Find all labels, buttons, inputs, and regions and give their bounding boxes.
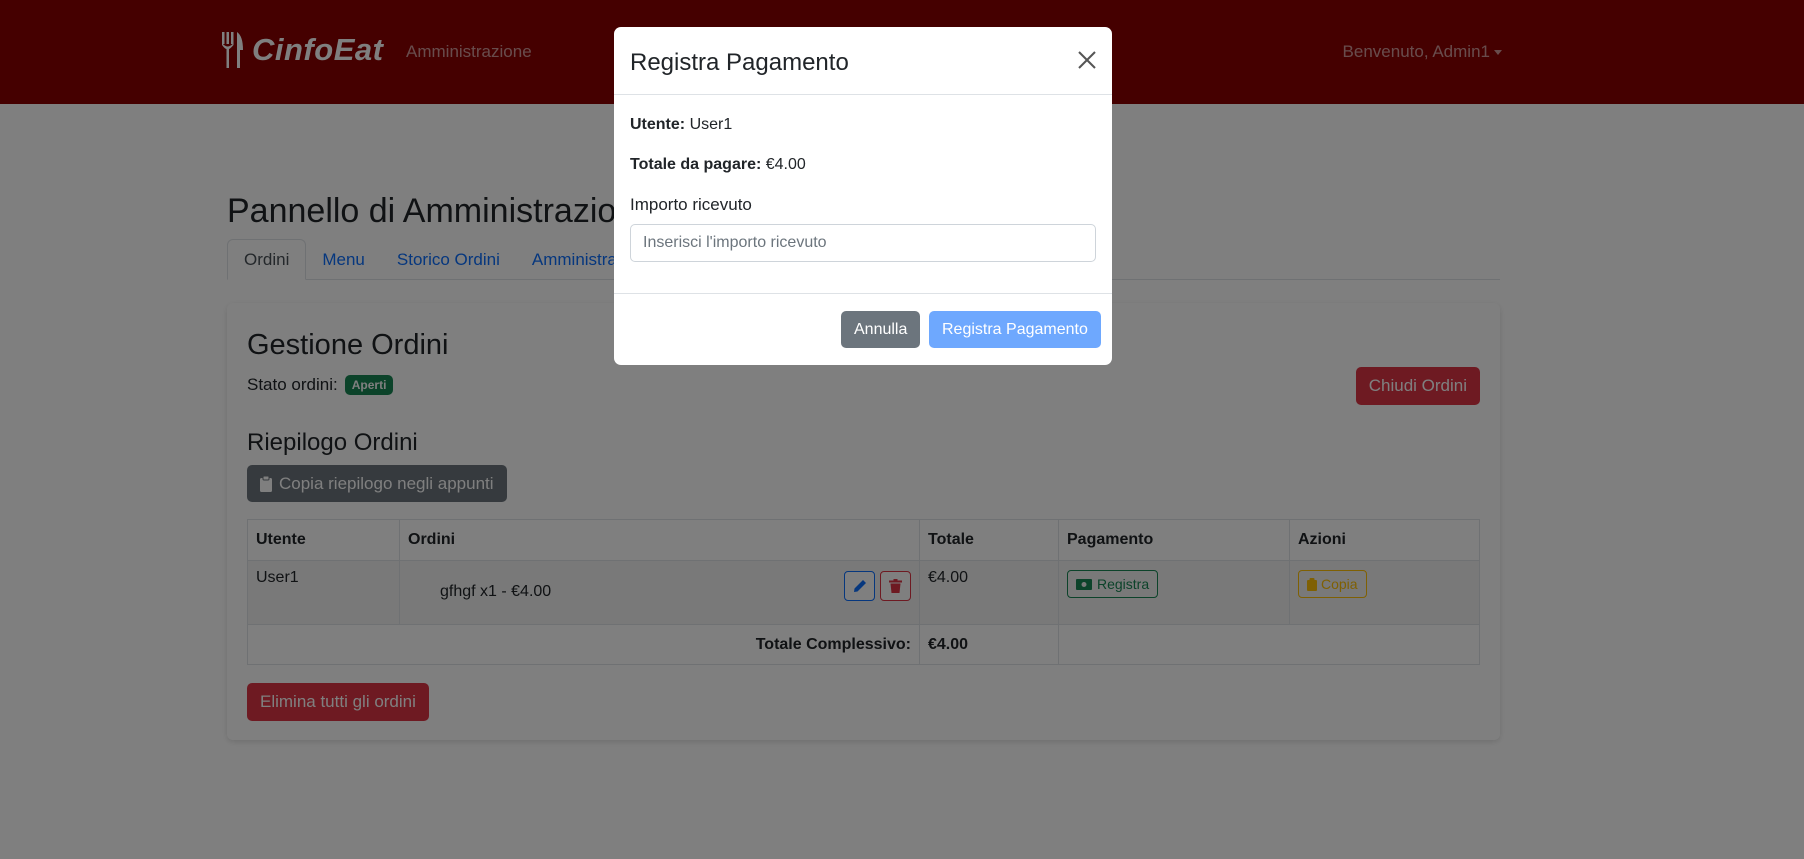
submit-payment-button[interactable]: Registra Pagamento bbox=[929, 311, 1101, 348]
amount-received-input[interactable] bbox=[630, 224, 1096, 262]
modal-user-value: User1 bbox=[689, 116, 733, 133]
modal-total-line: Totale da pagare: €4.00 bbox=[630, 156, 806, 174]
amount-label: Importo ricevuto bbox=[630, 195, 752, 214]
modal-total-label: Totale da pagare: bbox=[630, 156, 762, 173]
cancel-button[interactable]: Annulla bbox=[841, 311, 921, 348]
modal-header: Registra Pagamento bbox=[614, 27, 1112, 95]
modal-total-value: €4.00 bbox=[765, 156, 806, 173]
register-payment-modal: Registra Pagamento Utente: User1 Totale … bbox=[614, 27, 1112, 365]
modal-user-line: Utente: User1 bbox=[630, 116, 732, 134]
close-icon[interactable] bbox=[1076, 49, 1098, 71]
modal-title: Registra Pagamento bbox=[630, 49, 849, 76]
modal-user-label: Utente: bbox=[630, 116, 686, 133]
